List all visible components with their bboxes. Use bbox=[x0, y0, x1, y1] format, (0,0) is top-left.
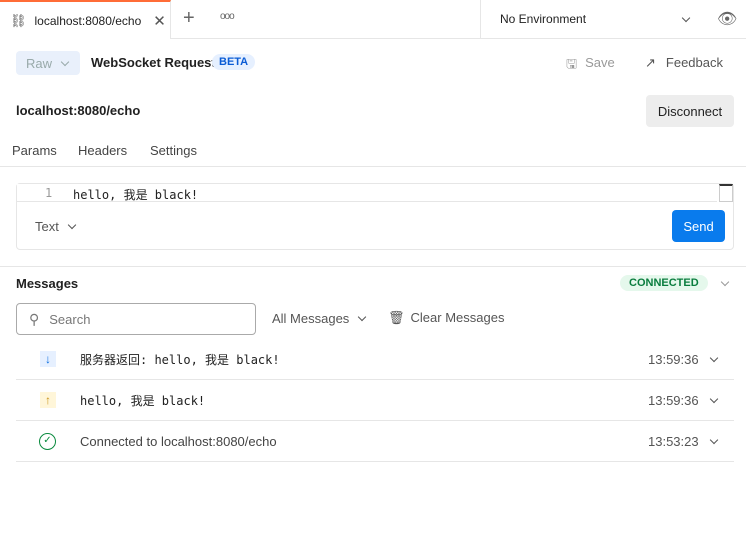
expand-icon[interactable] bbox=[709, 353, 719, 362]
websocket-icon: ⛓ bbox=[10, 12, 27, 28]
connection-status-badge: CONNECTED bbox=[620, 275, 708, 291]
message-text: Connected to localhost:8080/echo bbox=[80, 433, 277, 449]
disconnect-button[interactable]: Disconnect bbox=[646, 95, 734, 127]
message-row[interactable]: ↑ hello, 我是 black! 13:59:36 bbox=[16, 380, 734, 421]
arrow-up-icon: ↑ bbox=[40, 392, 56, 408]
message-filter-select[interactable]: All Messages bbox=[272, 311, 367, 326]
scrollbar[interactable] bbox=[719, 184, 733, 202]
divider bbox=[0, 266, 746, 267]
save-label: Save bbox=[585, 55, 615, 70]
collapse-messages-icon[interactable] bbox=[720, 277, 730, 287]
expand-icon[interactable] bbox=[709, 435, 719, 444]
check-circle-icon: ✓ bbox=[39, 432, 56, 450]
format-select[interactable]: Text bbox=[35, 219, 77, 234]
request-tab[interactable]: ⛓ localhost:8080/echo ✕ bbox=[0, 0, 171, 39]
subtabs: Params Headers Settings bbox=[0, 136, 746, 167]
line-number: 1 bbox=[45, 186, 53, 200]
send-button[interactable]: Send bbox=[672, 210, 725, 242]
feedback-label: Feedback bbox=[665, 55, 723, 70]
message-composer: 1 hello, 我是 black! Text Send bbox=[16, 183, 734, 250]
chevron-down-icon bbox=[60, 57, 70, 66]
beta-badge: BETA bbox=[212, 54, 256, 70]
tab-settings[interactable]: Settings bbox=[150, 143, 197, 158]
disconnect-label: Disconnect bbox=[657, 103, 723, 119]
messages-title: Messages bbox=[16, 276, 79, 291]
more-tabs-icon[interactable]: ooo bbox=[220, 11, 235, 22]
editor[interactable]: 1 hello, 我是 black! bbox=[17, 184, 717, 202]
feedback-button[interactable]: ↗ Feedback bbox=[645, 55, 723, 71]
mode-label: Raw bbox=[26, 55, 53, 71]
environment-select[interactable]: No Environment bbox=[480, 0, 703, 38]
arrow-up-right-icon: ↗ bbox=[645, 55, 656, 70]
save-icon: 🖫 bbox=[566, 56, 578, 71]
message-text: 服务器返回: hello, 我是 black! bbox=[80, 352, 280, 367]
environment-label: No Environment bbox=[500, 12, 587, 26]
tab-headers[interactable]: Headers bbox=[78, 143, 127, 158]
raw-mode-select[interactable]: Raw bbox=[16, 51, 80, 75]
request-type: WebSocket Request bbox=[91, 55, 216, 70]
new-tab-button[interactable]: + bbox=[183, 7, 195, 30]
message-text: hello, 我是 black! bbox=[80, 393, 206, 408]
save-button[interactable]: 🖫 Save bbox=[566, 55, 615, 77]
editor-content: hello, 我是 black! bbox=[73, 188, 199, 202]
format-label: Text bbox=[35, 219, 59, 234]
search-input[interactable]: ⚲ Search bbox=[16, 303, 256, 335]
chevron-down-icon bbox=[358, 312, 367, 322]
send-label: Send bbox=[683, 218, 714, 234]
message-row[interactable]: ↓ 服务器返回: hello, 我是 black! 13:59:36 bbox=[16, 339, 734, 380]
chevron-down-icon bbox=[67, 220, 77, 230]
search-icon: ⚲ bbox=[29, 310, 40, 327]
filter-label: All Messages bbox=[272, 311, 350, 326]
arrow-down-icon: ↓ bbox=[40, 351, 56, 367]
chevron-down-icon bbox=[681, 13, 691, 22]
message-time: 13:53:23 bbox=[648, 433, 699, 449]
clear-messages-button[interactable]: 🗑 Clear Messages bbox=[388, 310, 504, 326]
trash-icon: 🗑 bbox=[388, 310, 405, 325]
close-tab-icon[interactable]: ✕ bbox=[153, 12, 166, 30]
message-time: 13:59:36 bbox=[648, 392, 699, 408]
expand-icon[interactable] bbox=[709, 394, 719, 403]
tab-title: localhost:8080/echo bbox=[34, 13, 142, 28]
tab-params[interactable]: Params bbox=[12, 143, 57, 158]
message-row[interactable]: ✓ Connected to localhost:8080/echo 13:53… bbox=[16, 421, 734, 462]
search-placeholder: Search bbox=[49, 311, 91, 327]
tab-bar: ⛓ localhost:8080/echo ✕ + ooo No Environ… bbox=[0, 0, 746, 39]
url-display[interactable]: localhost:8080/echo bbox=[16, 103, 140, 118]
message-time: 13:59:36 bbox=[648, 351, 699, 367]
clear-label: Clear Messages bbox=[410, 310, 505, 325]
eye-icon[interactable]: 👁 bbox=[717, 9, 737, 29]
